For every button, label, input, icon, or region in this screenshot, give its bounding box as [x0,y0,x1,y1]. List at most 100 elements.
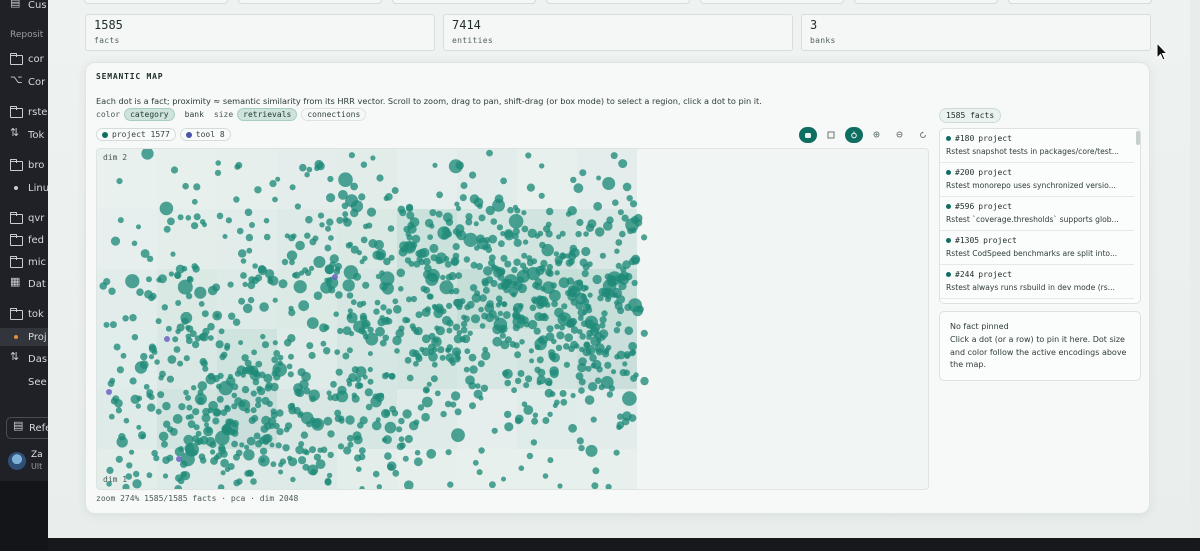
fact-point[interactable] [218,328,225,335]
fact-point[interactable] [301,371,311,382]
fact-point[interactable] [514,414,524,424]
fact-point[interactable] [454,408,462,416]
fact-point[interactable] [376,174,384,182]
fact-point[interactable] [504,336,512,344]
fact-point[interactable] [409,323,416,330]
fact-point[interactable] [539,265,546,272]
fact-point[interactable] [129,449,135,455]
sidebar-item-1[interactable]: Cus [0,0,48,14]
fact-point[interactable] [222,234,228,239]
fact-point[interactable] [404,356,412,364]
fact-point[interactable] [122,315,129,322]
fact-point[interactable] [455,230,463,238]
fact-point[interactable] [220,470,226,476]
lasso-button[interactable] [845,127,863,143]
fact-point[interactable] [519,339,525,345]
fact-point[interactable] [500,254,508,262]
fact-point[interactable] [356,250,362,256]
fact-point[interactable] [346,347,353,354]
fact-point[interactable] [452,252,460,260]
fact-point[interactable] [356,466,362,473]
fact-point[interactable] [263,373,273,383]
tool-fact-point[interactable] [176,456,182,462]
fact-point[interactable] [618,159,628,169]
fact-point[interactable] [358,193,366,201]
fact-point[interactable] [478,306,484,313]
fact-point[interactable] [238,297,246,305]
fact-point[interactable] [591,482,599,489]
fact-point[interactable] [298,300,310,312]
list-item[interactable]: #1305 project Rstest CodSpeed benchmarks… [940,231,1134,265]
fact-point[interactable] [334,349,341,355]
fact-point[interactable] [193,213,201,221]
fact-point[interactable] [375,249,387,260]
fact-point[interactable] [275,442,282,449]
fact-point[interactable] [291,233,297,239]
fact-point[interactable] [504,422,514,432]
fact-point[interactable] [446,344,453,351]
fact-point[interactable] [370,155,376,161]
fact-point[interactable] [260,333,266,340]
fact-point[interactable] [165,325,172,332]
fact-point[interactable] [242,281,248,288]
fact-point[interactable] [586,334,592,340]
fact-point[interactable] [317,212,325,219]
fact-point[interactable] [136,424,142,430]
fact-point[interactable] [612,199,619,206]
fact-point[interactable] [556,234,562,240]
fact-point[interactable] [250,390,257,397]
fact-point[interactable] [347,308,353,314]
fact-point[interactable] [358,447,366,454]
fact-point[interactable] [531,296,538,304]
fact-point[interactable] [429,243,439,253]
fact-point[interactable] [385,308,393,315]
fact-point[interactable] [578,387,585,394]
fact-point[interactable] [199,457,207,464]
fact-point[interactable] [120,352,127,359]
fact-point[interactable] [167,426,174,433]
fact-point[interactable] [343,446,352,455]
fact-point[interactable] [345,415,355,425]
fact-point[interactable] [342,352,350,360]
fact-point[interactable] [595,348,604,356]
fact-point[interactable] [629,349,636,357]
fact-point[interactable] [489,481,496,489]
list-item[interactable]: #596 project Rstest `coverage.thresholds… [940,197,1134,231]
fact-point[interactable] [302,448,309,455]
fact-point[interactable] [631,254,641,264]
fact-point[interactable] [271,356,279,364]
fact-point[interactable] [398,325,405,332]
fact-point[interactable] [570,392,576,399]
fact-point[interactable] [514,377,522,384]
fact-point[interactable] [559,390,567,397]
fact-point[interactable] [239,442,245,448]
fact-point[interactable] [406,374,414,382]
fact-point[interactable] [256,385,263,392]
fact-point[interactable] [306,317,319,329]
fact-point[interactable] [527,319,538,330]
fact-point[interactable] [539,163,545,169]
fact-point[interactable] [287,371,294,378]
fact-point[interactable] [387,225,395,232]
fact-point[interactable] [313,291,323,300]
fact-point[interactable] [606,216,614,224]
fact-point[interactable] [260,457,266,463]
list-item[interactable]: #158 project [940,299,1134,303]
fact-point[interactable] [133,470,140,478]
fact-point[interactable] [185,442,199,457]
fact-point[interactable] [131,334,139,341]
fact-point[interactable] [434,390,441,397]
fact-point[interactable] [209,449,216,455]
fact-point[interactable] [512,312,520,319]
fact-point[interactable] [215,160,221,166]
fact-point[interactable] [494,315,500,321]
fact-point[interactable] [368,239,378,248]
fact-point[interactable] [599,316,607,324]
fact-point[interactable] [155,408,162,415]
fact-point[interactable] [326,390,332,396]
fact-point[interactable] [604,347,610,353]
fact-point[interactable] [516,276,525,284]
fact-point[interactable] [335,291,343,299]
fact-point[interactable] [532,412,539,418]
fact-point[interactable] [498,326,506,334]
